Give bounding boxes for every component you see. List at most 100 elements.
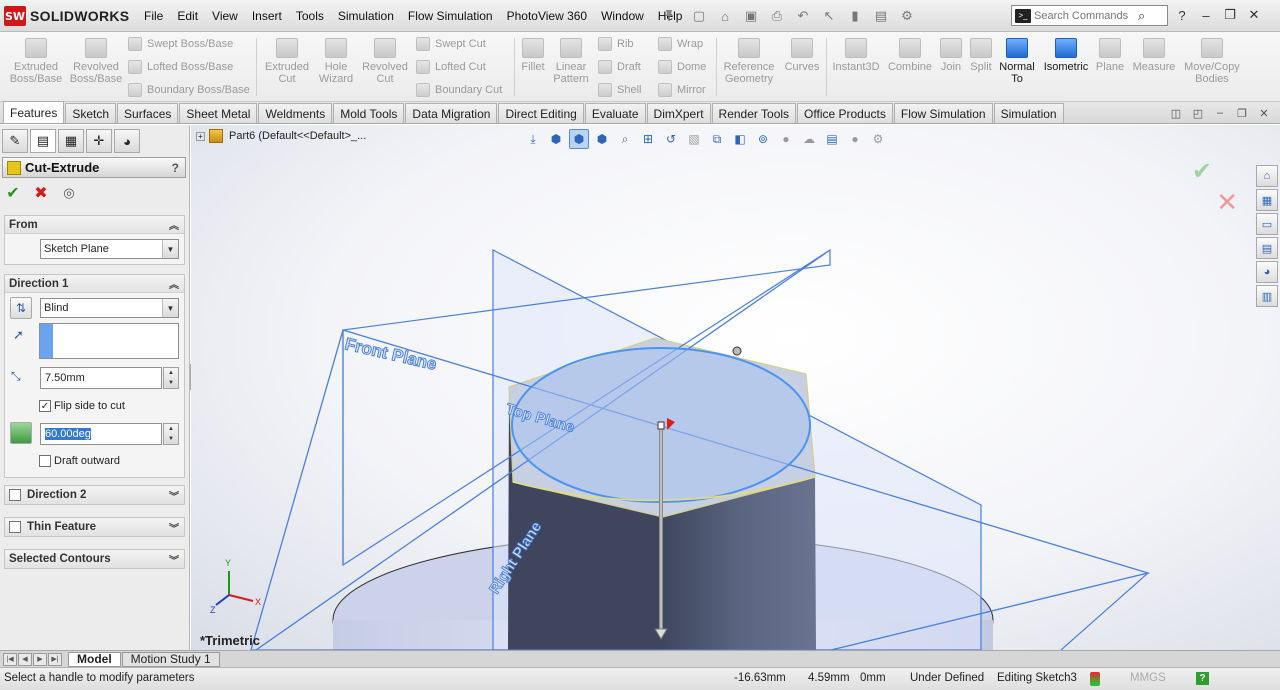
- spin-down-icon[interactable]: ▼: [168, 380, 174, 386]
- rib-button[interactable]: Rib: [598, 35, 634, 53]
- new-document-icon[interactable]: ▢: [688, 6, 710, 26]
- swept-boss-button[interactable]: Swept Boss/Base: [128, 35, 233, 53]
- normal-to-button[interactable]: Normal To: [998, 38, 1036, 85]
- ok-check-icon[interactable]: ✔: [4, 183, 22, 203]
- select-icon[interactable]: ↖: [818, 6, 840, 26]
- print-icon[interactable]: ⎙: [766, 6, 788, 26]
- direction-vector-box[interactable]: [39, 323, 179, 359]
- dome-button[interactable]: Dome: [658, 58, 706, 76]
- zoom-to-fit-icon[interactable]: ⤓: [523, 129, 543, 149]
- from-group-header[interactable]: From ︽: [5, 216, 184, 234]
- draft-angle-input[interactable]: 60.00deg: [40, 423, 162, 445]
- lofted-cut-button[interactable]: Lofted Cut: [416, 58, 486, 76]
- menu-view[interactable]: View: [205, 9, 245, 23]
- view-palette-icon[interactable]: ▤: [1256, 237, 1278, 259]
- display-manager-tab-icon[interactable]: ◕: [114, 129, 140, 153]
- curves-button[interactable]: Curves: [782, 38, 822, 73]
- cancel-x-icon[interactable]: ✖: [32, 183, 50, 203]
- open-document-icon[interactable]: ⌂: [714, 6, 736, 26]
- tab-direct-editing[interactable]: Direct Editing: [498, 103, 584, 123]
- plane-button[interactable]: Plane: [1094, 38, 1126, 73]
- front-plane-label[interactable]: Front Plane: [343, 334, 439, 375]
- isometric-button[interactable]: Isometric: [1040, 38, 1092, 73]
- shadows-icon[interactable]: ⚙: [868, 129, 888, 149]
- solidworks-resources-icon[interactable]: ⌂: [1256, 165, 1278, 187]
- tab-sketch[interactable]: Sketch: [65, 103, 117, 123]
- rebuild-status-icon[interactable]: [1090, 672, 1100, 686]
- move-copy-bodies-button[interactable]: Move/Copy Bodies: [1182, 38, 1242, 85]
- help-button[interactable]: ?: [172, 161, 179, 175]
- tile-icon[interactable]: ◫: [1168, 106, 1184, 120]
- solidworks-logo[interactable]: SW SOLIDWORKS: [4, 5, 129, 27]
- tab-motion-study[interactable]: Motion Study 1: [121, 651, 220, 667]
- pin-icon[interactable]: [662, 8, 676, 22]
- tab-data-migration[interactable]: Data Migration: [405, 103, 498, 123]
- custom-properties-icon[interactable]: ▥: [1256, 285, 1278, 307]
- tab-dimxpert[interactable]: DimXpert: [646, 103, 711, 123]
- tab-surfaces[interactable]: Surfaces: [117, 103, 179, 123]
- hole-wizard-button[interactable]: Hole Wizard: [312, 38, 360, 85]
- menu-tools[interactable]: Tools: [289, 9, 331, 23]
- prev-tab-icon[interactable]: ◀: [18, 652, 32, 666]
- checkbox-checked-icon[interactable]: ✓: [39, 400, 51, 412]
- view-cube-icon[interactable]: ⬢: [546, 129, 566, 149]
- search-commands[interactable]: >_ ⌕: [1011, 5, 1168, 26]
- realview-icon[interactable]: ●: [845, 129, 865, 149]
- draft-outward-checkbox[interactable]: Draft outward: [39, 455, 120, 467]
- tab-sheet-metal[interactable]: Sheet Metal: [179, 103, 258, 123]
- doc-restore-icon[interactable]: ❐: [1234, 106, 1250, 120]
- file-properties-icon[interactable]: ▤: [870, 6, 892, 26]
- selected-contours-group-header[interactable]: Selected Contours ︾: [5, 550, 184, 568]
- direction2-group-header[interactable]: Direction 2 ︾: [5, 486, 184, 504]
- thin-feature-checkbox[interactable]: [9, 521, 21, 533]
- shell-button[interactable]: Shell: [598, 81, 641, 99]
- tab-simulation[interactable]: Simulation: [993, 103, 1064, 123]
- doc-minimize-icon[interactable]: –: [1212, 106, 1228, 120]
- extruded-cut-button[interactable]: Extruded Cut: [262, 38, 312, 85]
- tab-features[interactable]: Features: [3, 101, 65, 123]
- fillet-button[interactable]: Fillet: [518, 38, 548, 73]
- configuration-manager-tab-icon[interactable]: ▦: [58, 129, 84, 153]
- shaded-icon[interactable]: ⬢: [592, 129, 612, 149]
- tab-model[interactable]: Model: [68, 651, 121, 667]
- search-icon[interactable]: ⌕: [1138, 8, 1145, 24]
- extruded-boss-button[interactable]: Extruded Boss/Base: [8, 38, 64, 85]
- design-library-icon[interactable]: ▦: [1256, 189, 1278, 211]
- undo-icon[interactable]: ↶: [792, 6, 814, 26]
- search-input[interactable]: [1034, 9, 1134, 22]
- last-tab-icon[interactable]: ▶|: [48, 652, 62, 666]
- swept-cut-button[interactable]: Swept Cut: [416, 35, 486, 53]
- edit-appearance-icon[interactable]: ●: [776, 129, 796, 149]
- draft-angle-spinner[interactable]: ▲ ▼: [163, 423, 179, 445]
- menu-file[interactable]: File: [137, 9, 170, 23]
- revolved-boss-button[interactable]: Revolved Boss/Base: [68, 38, 124, 85]
- revolved-cut-button[interactable]: Revolved Cut: [360, 38, 410, 85]
- reference-geometry-button[interactable]: Reference Geometry: [720, 38, 778, 85]
- wrap-button[interactable]: Wrap: [658, 35, 703, 53]
- detailed-preview-icon[interactable]: ◎: [60, 185, 78, 201]
- tab-mold-tools[interactable]: Mold Tools: [333, 103, 405, 123]
- section-view-icon[interactable]: ▧: [684, 129, 704, 149]
- view-settings-icon[interactable]: ⧉: [707, 129, 727, 149]
- minimize-icon[interactable]: –: [1196, 6, 1216, 24]
- direction2-checkbox[interactable]: [9, 489, 21, 501]
- combine-button[interactable]: Combine: [886, 38, 934, 73]
- menu-window[interactable]: Window: [594, 9, 651, 23]
- end-condition-select[interactable]: Blind ▼: [40, 298, 179, 318]
- cascade-icon[interactable]: ◰: [1190, 106, 1206, 120]
- spin-up-icon[interactable]: ▲: [168, 426, 174, 432]
- quick-tips-icon[interactable]: ?: [1196, 672, 1209, 685]
- view-settings-menu-icon[interactable]: ▤: [822, 129, 842, 149]
- hide-show-icon[interactable]: ⊚: [753, 129, 773, 149]
- boundary-boss-button[interactable]: Boundary Boss/Base: [128, 81, 250, 99]
- menu-simulation[interactable]: Simulation: [331, 9, 401, 23]
- view-orientation-icon[interactable]: ⬢: [569, 129, 589, 149]
- dimxpert-manager-tab-icon[interactable]: ✛: [86, 129, 112, 153]
- join-button[interactable]: Join: [938, 38, 964, 73]
- boundary-cut-button[interactable]: Boundary Cut: [416, 81, 502, 99]
- feature-tree-flyout[interactable]: + Part6 (Default<<Default>_...: [196, 129, 366, 143]
- confirm-check-icon[interactable]: ✔: [1192, 157, 1212, 186]
- close-icon[interactable]: ✕: [1244, 6, 1264, 24]
- rebuild-icon[interactable]: ▮: [844, 6, 866, 26]
- model-view[interactable]: Front Plane Top Plane Right Plane Y X Z: [191, 125, 1280, 650]
